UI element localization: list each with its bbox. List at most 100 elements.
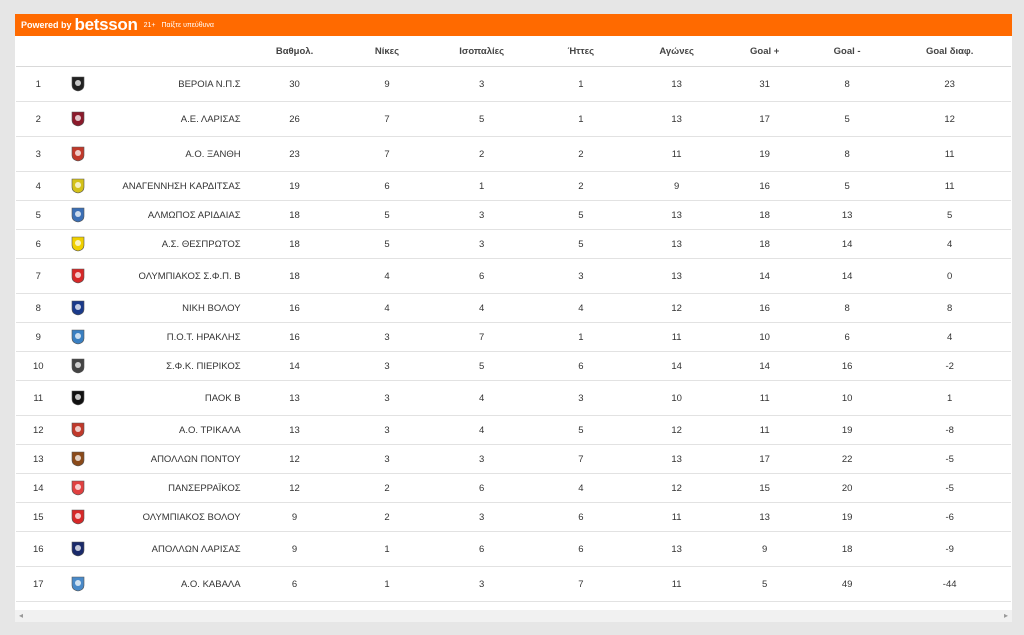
table-row[interactable]: 8 ΝΙΚΗ ΒΟΛΟΥ 16 4 4 4 12 16 8 8	[16, 293, 1011, 323]
position-cell: 3	[16, 136, 61, 172]
draws-cell: 3	[431, 200, 532, 230]
team-name[interactable]: Α.Ε. ΛΑΡΙΣΑΣ	[96, 101, 247, 137]
goals-for-cell: 13	[723, 502, 806, 532]
goals-against-cell: 20	[805, 473, 889, 503]
draws-cell: 1	[431, 171, 532, 201]
crest-cell	[60, 322, 97, 352]
position-cell: 11	[16, 380, 61, 416]
goal-diff-cell: -8	[888, 415, 1011, 445]
pos-header	[16, 36, 61, 67]
team-name[interactable]: ΝΙΚΗ ΒΟΛΟΥ	[96, 293, 247, 323]
goal-diff-cell: 1	[888, 380, 1011, 416]
team-name[interactable]: ΟΛΥΜΠΙΑΚΟΣ ΒΟΛΟΥ	[96, 502, 247, 532]
games-cell: 13	[629, 101, 724, 137]
team-crest-icon	[72, 358, 85, 374]
goals-for-cell: 15	[723, 473, 806, 503]
team-name[interactable]: ΑΠΟΛΛΩΝ ΠΟΝΤΟΥ	[96, 444, 247, 474]
team-name[interactable]: ΑΝΑΓΕΝΝΗΣΗ ΚΑΡΔΙΤΣΑΣ	[96, 171, 247, 201]
table-row[interactable]: 15 ΟΛΥΜΠΙΑΚΟΣ ΒΟΛΟΥ 9 2 3 6 11 13 19 -6	[16, 502, 1011, 532]
horizontal-scrollbar[interactable]: ◂ ▸	[15, 610, 1012, 622]
table-row[interactable]: 6 Α.Σ. ΘΕΣΠΡΩΤΟΣ 18 5 3 5 13 18 14 4	[16, 229, 1011, 259]
points-cell: 6	[246, 566, 343, 602]
table-row[interactable]: 5 ΑΛΜΩΠΟΣ ΑΡΙΔΑΙΑΣ 18 5 3 5 13 18 13 5	[16, 200, 1011, 230]
points-cell: 14	[246, 351, 343, 381]
losses-cell: 7	[531, 444, 630, 474]
games-cell: 13	[629, 258, 724, 294]
column-header-losses[interactable]: Ήττες	[531, 36, 630, 67]
team-header	[96, 36, 247, 67]
table-row[interactable]: 4 ΑΝΑΓΕΝΝΗΣΗ ΚΑΡΔΙΤΣΑΣ 19 6 1 2 9 16 5 11	[16, 171, 1011, 201]
table-row[interactable]: 3 Α.Ο. ΞΑΝΘΗ 23 7 2 2 11 19 8 11	[16, 136, 1011, 172]
table-row[interactable]: 13 ΑΠΟΛΛΩΝ ΠΟΝΤΟΥ 12 3 3 7 13 17 22 -5	[16, 444, 1011, 474]
table-row[interactable]: 9 Π.Ο.Τ. ΗΡΑΚΛΗΣ 16 3 7 1 11 10 6 4	[16, 322, 1011, 352]
position-cell: 2	[16, 101, 61, 137]
table-row[interactable]: 2 Α.Ε. ΛΑΡΙΣΑΣ 26 7 5 1 13 17 5 12	[16, 101, 1011, 137]
team-name[interactable]: Σ.Φ.Κ. ΠΙΕΡΙΚΟΣ	[96, 351, 247, 381]
games-cell: 13	[629, 66, 724, 102]
position-cell: 6	[16, 229, 61, 259]
goals-against-cell: 8	[805, 136, 889, 172]
team-name[interactable]: ΒΕΡΟΙΑ Ν.Π.Σ	[96, 66, 247, 102]
scroll-right-icon[interactable]: ▸	[1004, 610, 1008, 622]
team-name[interactable]: ΑΠΟΛΛΩΝ ΛΑΡΙΣΑΣ	[96, 531, 247, 567]
draws-cell: 4	[431, 380, 532, 416]
losses-cell: 7	[531, 566, 630, 602]
goal-diff-cell: 23	[888, 66, 1011, 102]
losses-cell: 5	[531, 229, 630, 259]
games-cell: 9	[629, 171, 724, 201]
goals-against-cell: 14	[805, 258, 889, 294]
points-cell: 23	[246, 136, 343, 172]
team-name[interactable]: Α.Σ. ΘΕΣΠΡΩΤΟΣ	[96, 229, 247, 259]
sponsor-bar[interactable]: Powered by betsson 21+ Παίξτε υπεύθυνα	[15, 14, 1012, 36]
goal-diff-cell: 4	[888, 322, 1011, 352]
team-name[interactable]: ΟΛΥΜΠΙΑΚΟΣ Σ.Φ.Π. Β	[96, 258, 247, 294]
team-crest-icon	[72, 178, 85, 194]
team-name[interactable]: ΑΛΜΩΠΟΣ ΑΡΙΔΑΙΑΣ	[96, 200, 247, 230]
column-header-games[interactable]: Αγώνες	[629, 36, 724, 67]
points-cell: 16	[246, 293, 343, 323]
brand-logo[interactable]: betsson	[75, 14, 138, 36]
table-row[interactable]: 11 ΠΑΟΚ Β 13 3 4 3 10 11 10 1	[16, 380, 1011, 416]
table-row[interactable]: 7 ΟΛΥΜΠΙΑΚΟΣ Σ.Φ.Π. Β 18 4 6 3 13 14 14 0	[16, 258, 1011, 294]
team-name[interactable]: ΠΑΟΚ Β	[96, 380, 247, 416]
draws-cell: 6	[431, 531, 532, 567]
position-cell: 14	[16, 473, 61, 503]
team-name[interactable]: Π.Ο.Τ. ΗΡΑΚΛΗΣ	[96, 322, 247, 352]
column-header-goals-for[interactable]: Goal +	[723, 36, 806, 67]
position-cell: 15	[16, 502, 61, 532]
table-row[interactable]: 1 ΒΕΡΟΙΑ Ν.Π.Σ 30 9 3 1 13 31 8 23	[16, 66, 1011, 102]
losses-cell: 6	[531, 351, 630, 381]
position-cell: 10	[16, 351, 61, 381]
table-row[interactable]: 17 Α.Ο. ΚΑΒΑΛΑ 6 1 3 7 11 5 49 -44	[16, 566, 1011, 602]
scroll-left-icon[interactable]: ◂	[19, 610, 23, 622]
crest-cell	[60, 229, 97, 259]
goals-for-cell: 19	[723, 136, 806, 172]
goals-for-cell: 31	[723, 66, 806, 102]
column-header-goals-against[interactable]: Goal -	[805, 36, 889, 67]
team-name[interactable]: Α.Ο. ΤΡΙΚΑΛΑ	[96, 415, 247, 445]
column-header-draws[interactable]: Ισοπαλίες	[431, 36, 532, 67]
wins-cell: 2	[342, 473, 432, 503]
position-cell: 9	[16, 322, 61, 352]
team-name[interactable]: ΠΑΝΣΕΡΡΑΪΚΟΣ	[96, 473, 247, 503]
column-header-points[interactable]: Βαθμολ.	[246, 36, 343, 67]
goals-for-cell: 5	[723, 566, 806, 602]
column-header-goal-diff[interactable]: Goal διαφ.	[888, 36, 1011, 67]
goal-diff-cell: -5	[888, 473, 1011, 503]
team-crest-icon	[72, 422, 85, 438]
table-row[interactable]: 12 Α.Ο. ΤΡΙΚΑΛΑ 13 3 4 5 12 11 19 -8	[16, 415, 1011, 445]
crest-cell	[60, 566, 97, 602]
points-cell: 12	[246, 473, 343, 503]
team-name[interactable]: Α.Ο. ΚΑΒΑΛΑ	[96, 566, 247, 602]
table-row[interactable]: 10 Σ.Φ.Κ. ΠΙΕΡΙΚΟΣ 14 3 5 6 14 14 16 -2	[16, 351, 1011, 381]
crest-cell	[60, 258, 97, 294]
crest-cell	[60, 473, 97, 503]
table-row[interactable]: 14 ΠΑΝΣΕΡΡΑΪΚΟΣ 12 2 6 4 12 15 20 -5	[16, 473, 1011, 503]
standings-widget: Powered by betsson 21+ Παίξτε υπεύθυνα Β…	[15, 14, 1012, 622]
column-header-wins[interactable]: Νίκες	[342, 36, 432, 67]
crest-cell	[60, 101, 97, 137]
table-row[interactable]: 16 ΑΠΟΛΛΩΝ ΛΑΡΙΣΑΣ 9 1 6 6 13 9 18 -9	[16, 531, 1011, 567]
team-name[interactable]: Α.Ο. ΞΑΝΘΗ	[96, 136, 247, 172]
team-crest-icon	[72, 76, 85, 92]
team-crest-icon	[72, 576, 85, 592]
